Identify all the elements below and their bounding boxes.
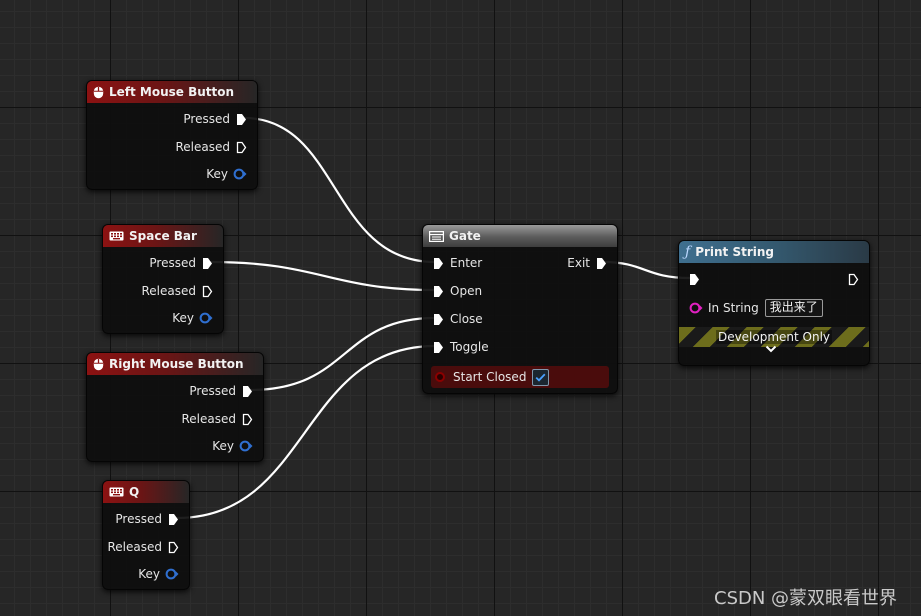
pin-label: Released bbox=[181, 412, 236, 426]
node-header[interactable]: Gate bbox=[423, 225, 617, 247]
exec-pin-empty-icon bbox=[202, 285, 213, 297]
pin-pressed[interactable]: Pressed bbox=[149, 253, 213, 273]
pin-in-string[interactable]: In String 我出来了 bbox=[689, 298, 823, 318]
wire-lmb-pressed-to-enter bbox=[242, 116, 437, 264]
exec-pin-filled-icon bbox=[203, 257, 212, 269]
pin-released[interactable]: Released bbox=[107, 537, 179, 557]
node-header[interactable]: Space Bar bbox=[103, 225, 223, 247]
pin-label: Key bbox=[206, 167, 228, 181]
watermark: CSDN @蒙双眼看世界 bbox=[714, 588, 898, 609]
pin-label: Key bbox=[172, 311, 194, 325]
key-pin-icon bbox=[239, 440, 253, 452]
start-closed-label: Start Closed bbox=[453, 370, 527, 384]
node-title: Gate bbox=[449, 229, 481, 243]
exec-pin-filled-icon bbox=[597, 257, 606, 269]
node-title: Print String bbox=[695, 245, 775, 259]
node-title: Space Bar bbox=[129, 229, 197, 243]
node-left-mouse-button[interactable]: Left Mouse Button Pressed Released Key bbox=[86, 80, 258, 190]
string-pin-icon bbox=[689, 302, 703, 314]
exec-pin-filled-icon bbox=[243, 385, 252, 397]
node-q-key[interactable]: Q Pressed Released Key bbox=[102, 480, 190, 590]
exec-pin-filled-icon bbox=[434, 285, 443, 297]
exec-pin-empty-icon bbox=[848, 273, 859, 285]
key-pin-icon bbox=[165, 568, 179, 580]
exec-pin-filled-icon bbox=[237, 113, 246, 125]
exec-pin-empty-icon bbox=[242, 413, 253, 425]
pin-exit[interactable]: Exit bbox=[567, 253, 607, 273]
pin-pressed[interactable]: Pressed bbox=[183, 109, 247, 129]
pin-exec-in[interactable] bbox=[689, 269, 700, 289]
pin-toggle[interactable]: Toggle bbox=[433, 337, 489, 357]
pin-exec-out[interactable] bbox=[848, 269, 859, 289]
exec-pin-empty-icon bbox=[236, 141, 247, 153]
pin-label: Key bbox=[138, 567, 160, 581]
pin-key[interactable]: Key bbox=[212, 436, 253, 456]
pin-label: Released bbox=[107, 540, 162, 554]
node-title: Right Mouse Button bbox=[109, 357, 244, 371]
pin-label: Pressed bbox=[149, 256, 196, 270]
development-only-banner: Development Only bbox=[679, 327, 869, 347]
pin-label: Toggle bbox=[450, 340, 489, 354]
node-space-bar[interactable]: Space Bar Pressed Released Key bbox=[102, 224, 224, 334]
node-header[interactable]: Right Mouse Button bbox=[87, 353, 263, 375]
node-title: Q bbox=[129, 485, 140, 499]
pin-label: Enter bbox=[450, 256, 483, 270]
node-gate[interactable]: Gate Enter Open Close Toggle Exit Start … bbox=[422, 224, 618, 394]
wire-rmb-pressed-to-close bbox=[248, 316, 437, 392]
pin-key[interactable]: Key bbox=[206, 164, 247, 184]
gate-icon bbox=[429, 230, 444, 242]
mouse-icon bbox=[93, 358, 104, 371]
node-header[interactable]: ƒ Print String bbox=[679, 241, 869, 263]
pin-label: Open bbox=[450, 284, 483, 298]
bool-pin-icon bbox=[435, 372, 445, 382]
pin-pressed[interactable]: Pressed bbox=[189, 381, 253, 401]
pin-label: Exit bbox=[567, 256, 590, 270]
pin-label: Pressed bbox=[183, 112, 230, 126]
chevron-down-icon[interactable] bbox=[765, 345, 777, 353]
function-icon: ƒ bbox=[685, 244, 691, 260]
pin-label: Close bbox=[450, 312, 483, 326]
in-string-value-field[interactable]: 我出来了 bbox=[764, 299, 823, 317]
development-only-label: Development Only bbox=[715, 330, 833, 344]
exec-pin-filled-icon bbox=[434, 313, 443, 325]
node-header[interactable]: Q bbox=[103, 481, 189, 503]
keyboard-icon bbox=[109, 487, 124, 497]
pin-label: Key bbox=[212, 439, 234, 453]
exec-pin-empty-icon bbox=[168, 541, 179, 553]
pin-enter[interactable]: Enter bbox=[433, 253, 482, 273]
pin-released[interactable]: Released bbox=[181, 409, 253, 429]
pin-label: In String bbox=[708, 301, 759, 315]
start-closed-checkbox[interactable] bbox=[532, 368, 550, 386]
pin-label: Pressed bbox=[189, 384, 236, 398]
exec-pin-filled-icon bbox=[434, 341, 443, 353]
node-right-mouse-button[interactable]: Right Mouse Button Pressed Released Key bbox=[86, 352, 264, 462]
exec-pin-filled-icon bbox=[169, 513, 178, 525]
mouse-icon bbox=[93, 86, 104, 99]
checkmark-icon bbox=[536, 373, 546, 382]
key-pin-icon bbox=[199, 312, 213, 324]
pin-label: Pressed bbox=[115, 512, 162, 526]
start-closed-pin[interactable]: Start Closed bbox=[431, 366, 609, 388]
pin-released[interactable]: Released bbox=[175, 137, 247, 157]
pin-label: Released bbox=[175, 140, 230, 154]
node-title: Left Mouse Button bbox=[109, 85, 235, 99]
exec-pin-filled-icon bbox=[434, 257, 443, 269]
key-pin-icon bbox=[233, 168, 247, 180]
exec-pin-filled-icon bbox=[690, 273, 699, 285]
pin-open[interactable]: Open bbox=[433, 281, 482, 301]
pin-released[interactable]: Released bbox=[141, 281, 213, 301]
node-header[interactable]: Left Mouse Button bbox=[87, 81, 257, 103]
pin-close[interactable]: Close bbox=[433, 309, 483, 329]
pin-key[interactable]: Key bbox=[138, 564, 179, 584]
wire-space-pressed-to-open bbox=[209, 260, 437, 292]
node-print-string[interactable]: ƒ Print String In String 我出来了 Developmen… bbox=[678, 240, 870, 366]
pin-label: Released bbox=[141, 284, 196, 298]
pin-key[interactable]: Key bbox=[172, 308, 213, 328]
pin-pressed[interactable]: Pressed bbox=[115, 509, 179, 529]
keyboard-icon bbox=[109, 231, 124, 241]
